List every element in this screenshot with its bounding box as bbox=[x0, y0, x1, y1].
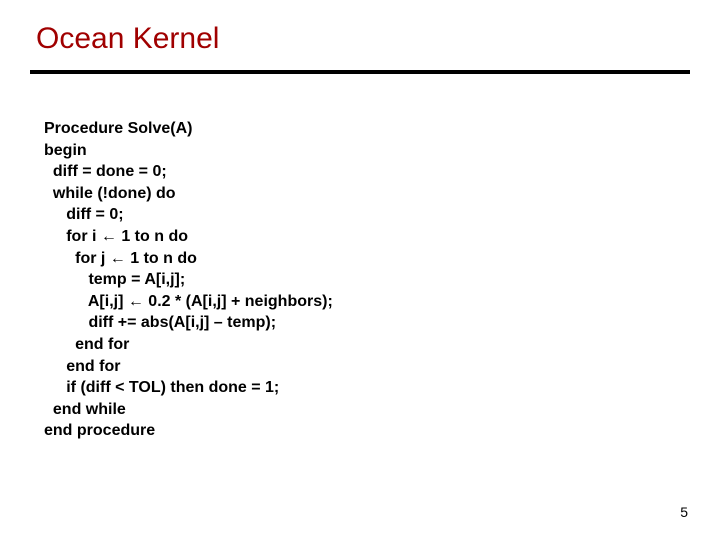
code-line-10: diff += abs(A[i,j] – temp); bbox=[44, 314, 276, 331]
code-line-9b: 0.2 * (A[i,j] + neighbors); bbox=[144, 293, 333, 310]
page-number: 5 bbox=[680, 504, 688, 520]
left-arrow-icon: ← bbox=[128, 293, 144, 310]
code-line-9a: A[i,j] bbox=[44, 293, 128, 310]
code-line-1: Procedure Solve(A) bbox=[44, 120, 192, 137]
code-line-7b: 1 to n do bbox=[126, 250, 197, 267]
title-underline bbox=[30, 70, 690, 74]
code-line-6b: 1 to n do bbox=[117, 228, 188, 245]
left-arrow-icon: ← bbox=[110, 250, 126, 267]
code-line-14: end while bbox=[44, 401, 126, 418]
slide: Ocean Kernel Procedure Solve(A) begin di… bbox=[0, 0, 720, 540]
code-line-12: end for bbox=[44, 358, 120, 375]
code-line-13: if (diff < TOL) then done = 1; bbox=[44, 379, 279, 396]
code-line-6a: for i bbox=[44, 228, 101, 245]
code-line-2: begin bbox=[44, 142, 87, 159]
code-line-15: end procedure bbox=[44, 422, 155, 439]
code-line-8: temp = A[i,j]; bbox=[44, 271, 185, 288]
code-line-7a: for j bbox=[44, 250, 110, 267]
code-line-3: diff = done = 0; bbox=[44, 163, 167, 180]
code-line-4: while (!done) do bbox=[44, 185, 176, 202]
code-line-5: diff = 0; bbox=[44, 206, 124, 223]
slide-title: Ocean Kernel bbox=[36, 22, 219, 56]
code-block: Procedure Solve(A) begin diff = done = 0… bbox=[44, 118, 333, 442]
code-line-11: end for bbox=[44, 336, 129, 353]
left-arrow-icon: ← bbox=[101, 228, 117, 245]
